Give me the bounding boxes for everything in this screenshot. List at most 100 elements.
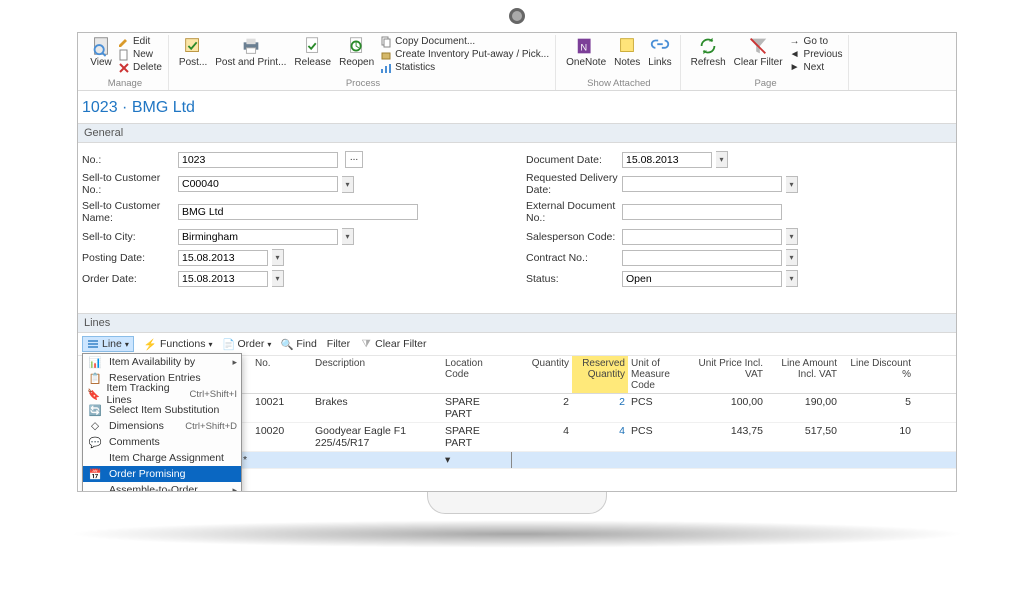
contract-input[interactable] xyxy=(622,250,782,266)
links-icon xyxy=(649,35,671,57)
submenu-tracking[interactable]: 🔖Item Tracking LinesCtrl+Shift+I xyxy=(83,386,241,402)
order-menu-button[interactable]: 📄Order▾ xyxy=(223,338,272,350)
no-assist-button[interactable]: ... xyxy=(345,151,363,168)
salesperson-label: Salesperson Code: xyxy=(526,231,618,243)
inventory-icon xyxy=(380,49,392,61)
post-button[interactable]: Post... xyxy=(177,35,209,76)
sell-city-dropdown[interactable]: ▾ xyxy=(342,228,354,245)
new-button[interactable]: New xyxy=(118,48,162,61)
posting-date-dropdown[interactable]: ▾ xyxy=(272,249,284,266)
col-location[interactable]: Location Code xyxy=(442,356,512,393)
goto-button[interactable]: →Go to xyxy=(789,35,843,48)
clear-filter-icon: ⧩ xyxy=(360,338,372,350)
submenu-assemble[interactable]: Assemble-to-Order▸ xyxy=(83,482,241,492)
view-icon xyxy=(90,35,112,57)
lines-section-header[interactable]: Lines xyxy=(78,313,956,333)
lines-toolbar: Line▾ ⚡Functions▾ 📄Order▾ 🔍Find Filter ⧩… xyxy=(78,333,956,356)
reopen-icon xyxy=(346,35,368,57)
submenu-order-promising[interactable]: 📅Order Promising xyxy=(83,466,241,482)
contract-dropdown[interactable]: ▾ xyxy=(786,249,798,266)
col-description[interactable]: Description xyxy=(312,356,442,393)
sell-cust-name-label: Sell-to Customer Name: xyxy=(82,200,174,224)
req-deliv-input[interactable] xyxy=(622,176,782,192)
app-window: View Edit New Delete Post... Post and Pr… xyxy=(77,32,957,492)
avail-icon: 📊 xyxy=(87,356,103,369)
sell-cust-no-label: Sell-to Customer No.: xyxy=(82,172,174,196)
req-deliv-dropdown[interactable]: ▾ xyxy=(786,176,798,193)
filter-button[interactable]: Filter xyxy=(327,338,350,350)
links-button[interactable]: Links xyxy=(646,35,673,76)
pencil-icon xyxy=(118,36,130,48)
find-button[interactable]: 🔍Find xyxy=(281,338,316,350)
sell-city-label: Sell-to City: xyxy=(82,231,174,243)
view-button[interactable]: View xyxy=(88,35,114,76)
salesperson-dropdown[interactable]: ▾ xyxy=(786,228,798,245)
document-date-label: Document Date: xyxy=(526,154,618,166)
document-date-dropdown[interactable]: ▾ xyxy=(716,151,728,168)
arrow-play-icon: ► xyxy=(789,62,801,74)
onenote-button[interactable]: NOneNote xyxy=(564,35,608,76)
copy-icon xyxy=(380,36,392,48)
general-section-header[interactable]: General xyxy=(78,123,956,143)
posting-date-input[interactable] xyxy=(178,250,268,266)
status-input[interactable] xyxy=(622,271,782,287)
find-icon: 🔍 xyxy=(281,338,293,350)
col-quantity[interactable]: Quantity xyxy=(512,356,572,393)
new-icon xyxy=(118,49,130,61)
promising-icon: 📅 xyxy=(87,468,103,481)
clear-filter-button[interactable]: Clear Filter xyxy=(732,35,785,76)
req-deliv-label: Requested Delivery Date: xyxy=(526,172,618,196)
previous-button[interactable]: ◄Previous xyxy=(789,48,843,61)
line-submenu: 📊Item Availability by▸ 📋Reservation Entr… xyxy=(82,353,242,492)
col-unit-price[interactable]: Unit Price Incl. VAT xyxy=(688,356,766,393)
col-no[interactable]: No. xyxy=(252,356,312,393)
lines-clear-filter-button[interactable]: ⧩Clear Filter xyxy=(360,338,426,350)
posting-date-label: Posting Date: xyxy=(82,252,174,264)
functions-menu-button[interactable]: ⚡Functions▾ xyxy=(144,338,213,351)
statistics-icon xyxy=(380,62,392,74)
submenu-comments[interactable]: 💬Comments xyxy=(83,434,241,450)
reservation-icon: 📋 xyxy=(87,372,103,385)
grid-row[interactable]: 10021BrakesSPARE PART22PCS100,00190,005 xyxy=(238,394,956,423)
order-icon: 📄 xyxy=(223,338,235,350)
post-print-button[interactable]: Post and Print... xyxy=(213,35,288,76)
reopen-button[interactable]: Reopen xyxy=(337,35,376,76)
statistics-button[interactable]: Statistics xyxy=(380,61,549,74)
release-icon xyxy=(302,35,324,57)
status-dropdown[interactable]: ▾ xyxy=(786,270,798,287)
grid-row[interactable]: 10020Goodyear Eagle F1 225/45/R17SPARE P… xyxy=(238,423,956,452)
submenu-item-availability[interactable]: 📊Item Availability by▸ xyxy=(83,354,241,370)
order-date-dropdown[interactable]: ▾ xyxy=(272,270,284,287)
salesperson-input[interactable] xyxy=(622,229,782,245)
ext-doc-input[interactable] xyxy=(622,204,782,220)
document-date-input[interactable] xyxy=(622,152,712,168)
lines-grid[interactable]: No. Description Location Code Quantity R… xyxy=(238,356,956,469)
refresh-button[interactable]: Refresh xyxy=(689,35,728,76)
edit-button[interactable]: Edit xyxy=(118,35,162,48)
delete-button[interactable]: Delete xyxy=(118,61,162,74)
device-base xyxy=(427,492,607,514)
contract-label: Contract No.: xyxy=(526,252,618,264)
create-inventory-button[interactable]: Create Inventory Put-away / Pick... xyxy=(380,48,549,61)
col-reserved-quantity[interactable]: Reserved Quantity xyxy=(572,356,628,393)
release-button[interactable]: Release xyxy=(292,35,333,76)
submenu-charge[interactable]: Item Charge Assignment xyxy=(83,450,241,466)
sell-cust-name-input[interactable] xyxy=(178,204,418,220)
submenu-dimensions[interactable]: ◇DimensionsCtrl+Shift+D xyxy=(83,418,241,434)
col-line-discount[interactable]: Line Discount % xyxy=(840,356,914,393)
sell-city-input[interactable] xyxy=(178,229,338,245)
sell-cust-no-input[interactable] xyxy=(178,176,338,192)
comments-icon: 💬 xyxy=(87,436,103,449)
general-form: No.:... Sell-to Customer No.:▾ Sell-to C… xyxy=(78,143,956,295)
grid-new-row[interactable]: *▾ xyxy=(238,452,956,469)
order-date-input[interactable] xyxy=(178,271,268,287)
sell-cust-no-dropdown[interactable]: ▾ xyxy=(342,176,354,193)
next-button[interactable]: ►Next xyxy=(789,61,843,74)
notes-button[interactable]: Notes xyxy=(612,35,642,76)
col-line-amount[interactable]: Line Amount Incl. VAT xyxy=(766,356,840,393)
ext-doc-label: External Document No.: xyxy=(526,200,618,224)
line-menu-button[interactable]: Line▾ xyxy=(82,336,134,352)
no-input[interactable] xyxy=(178,152,338,168)
col-uom[interactable]: Unit of Measure Code xyxy=(628,356,688,393)
copy-document-button[interactable]: Copy Document... xyxy=(380,35,549,48)
